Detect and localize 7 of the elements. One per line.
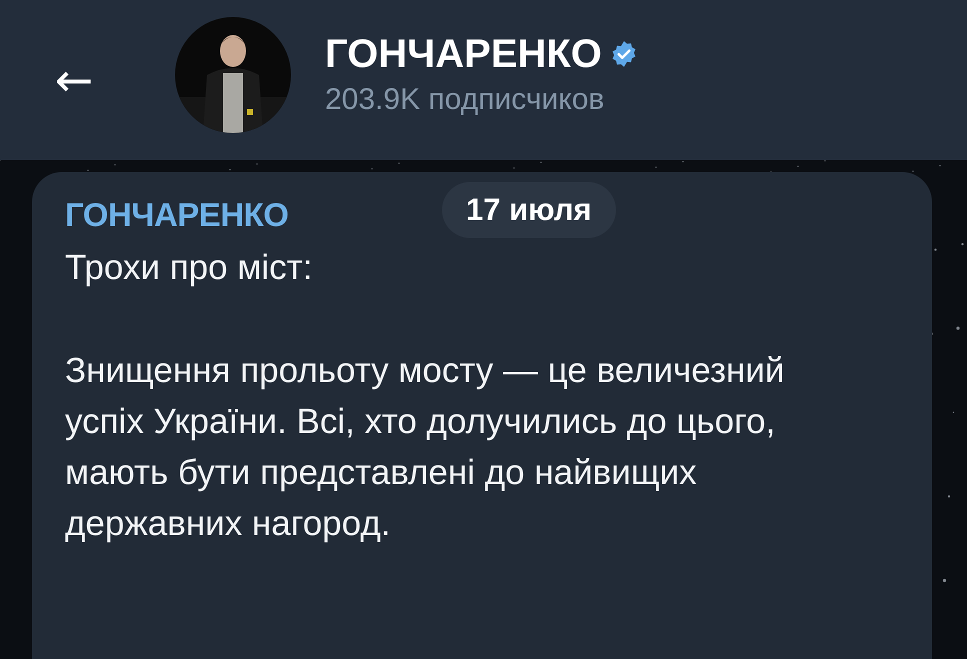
date-badge: 17 июля (442, 182, 616, 238)
message-text: Знищення прольоту мосту — це величезний успіх України. Всі, хто долучились до цього, мають бути представлені до найвищих державних нагород. (65, 350, 786, 545)
message-text: Трохи про міст: (65, 247, 314, 289)
sender-name[interactable]: ГОНЧАРЕНКО (65, 196, 288, 234)
subscriber-count: 203.9K подписчиков (325, 82, 606, 116)
back-button[interactable]: ← (44, 50, 104, 110)
channel-title: ГОНЧАРЕНКО (325, 32, 602, 76)
